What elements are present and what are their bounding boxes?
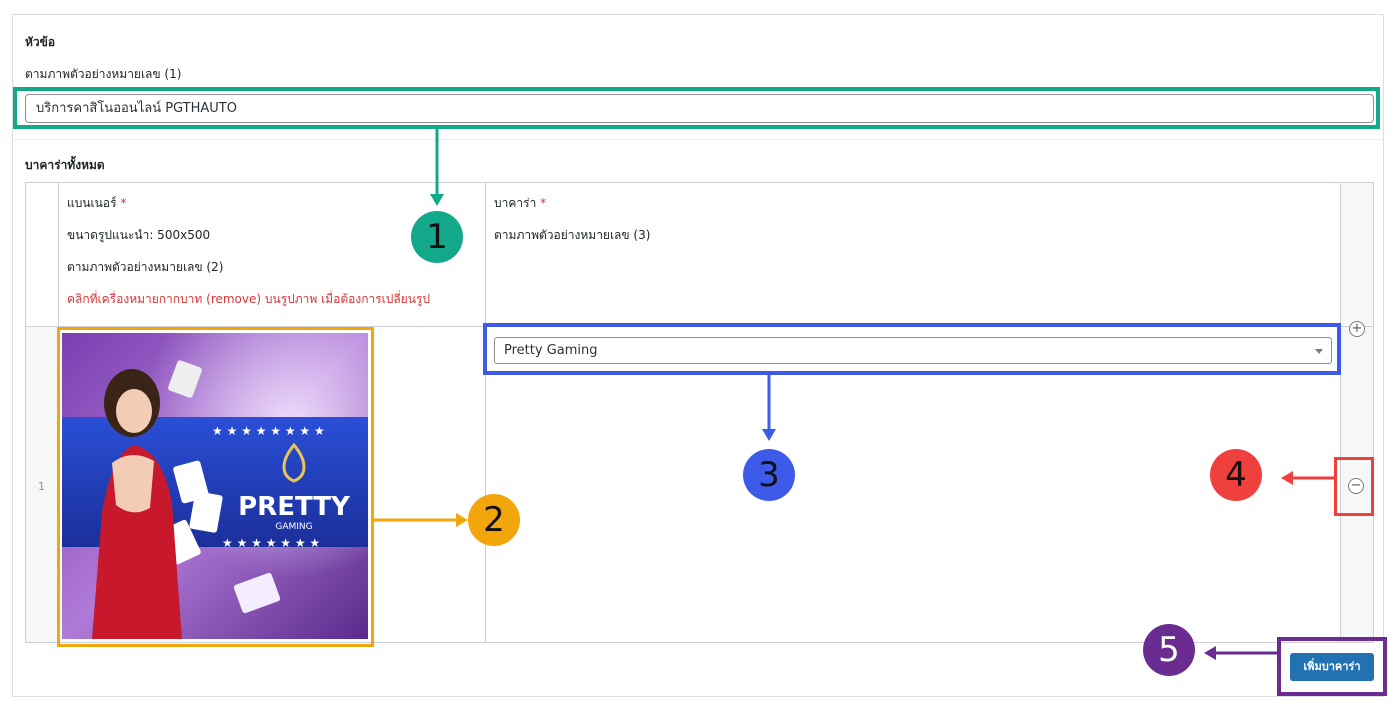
badge-4: 4 xyxy=(1210,449,1262,501)
badge-2: 2 xyxy=(468,494,520,546)
annotation-arrows xyxy=(374,129,1334,660)
badge-5: 5 xyxy=(1143,624,1195,676)
badge-3: 3 xyxy=(743,449,795,501)
badge-1: 1 xyxy=(411,211,463,263)
